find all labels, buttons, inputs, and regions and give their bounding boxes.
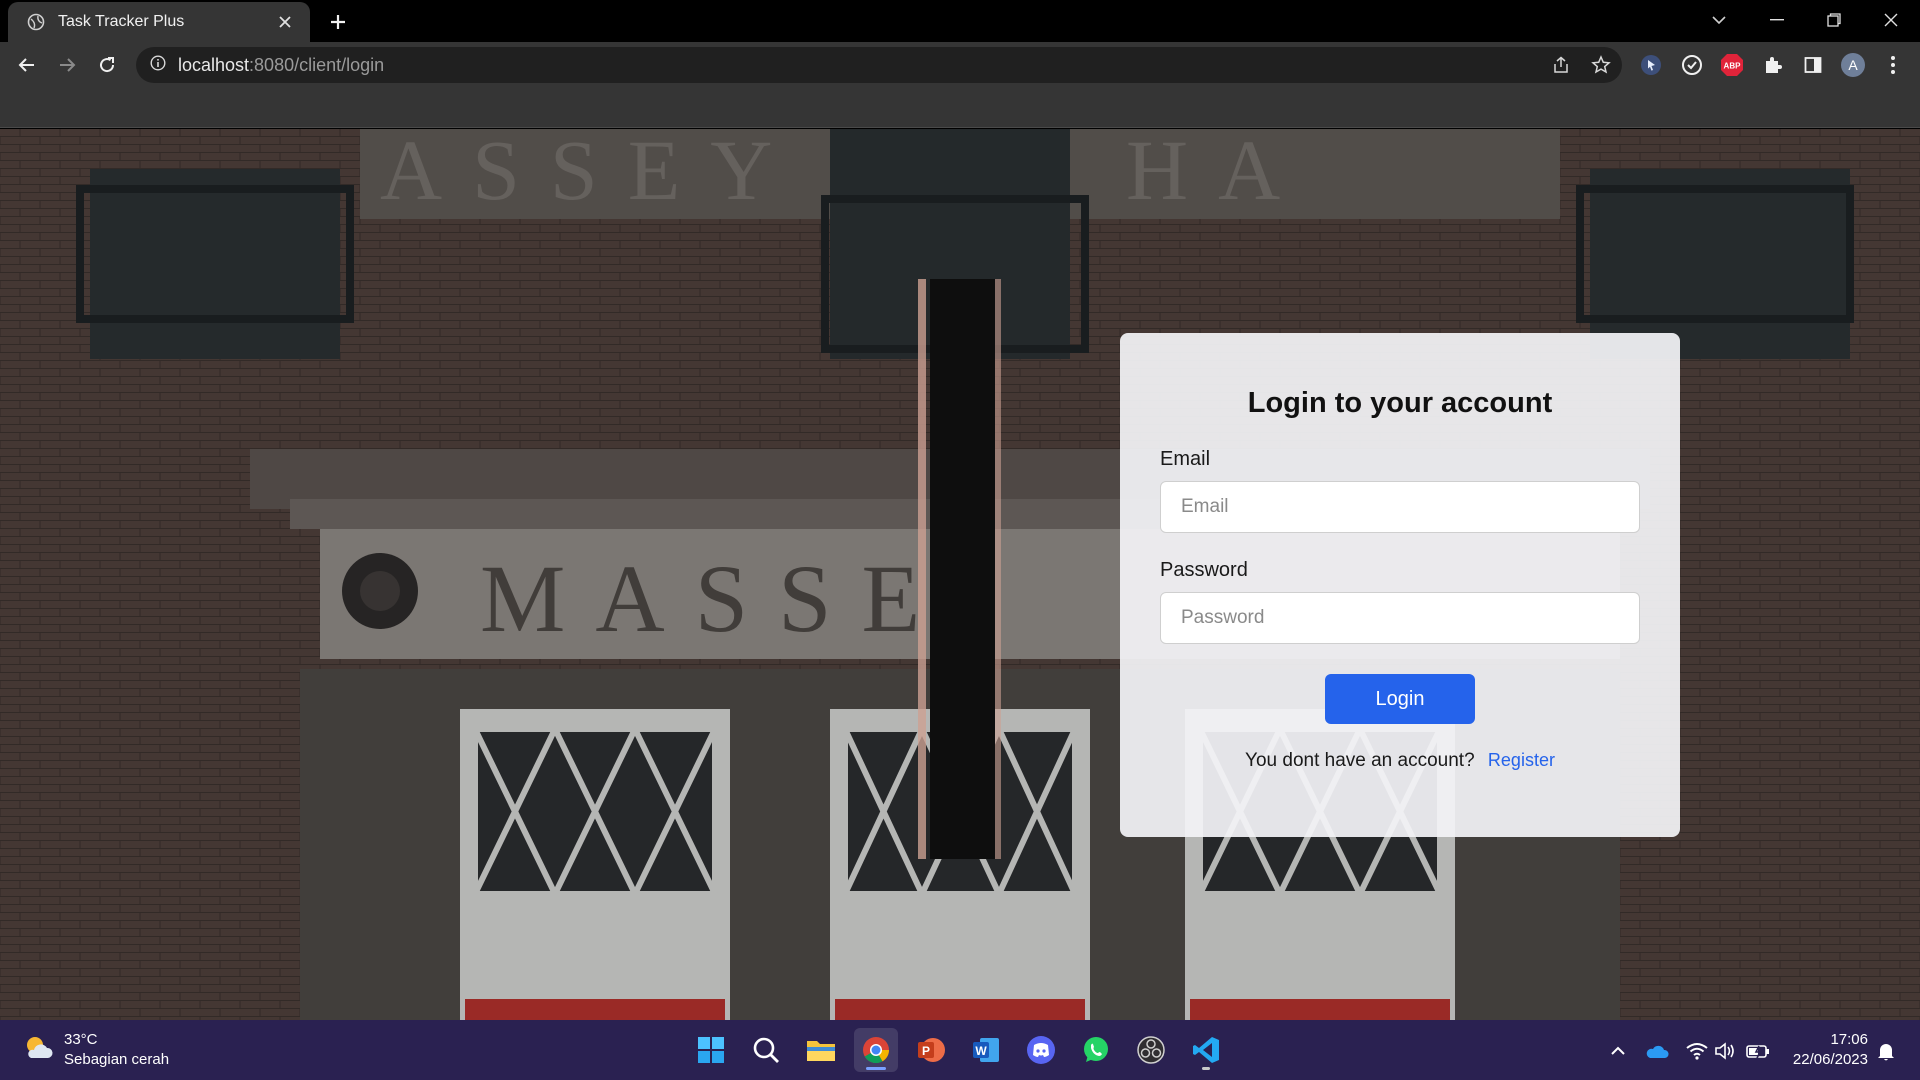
show-hidden-icons-chevron-icon[interactable] [1605, 1038, 1631, 1064]
url-path: :8080/client/login [249, 54, 385, 75]
volume-icon[interactable] [1712, 1038, 1738, 1064]
new-tab-icon[interactable] [324, 8, 352, 36]
minimize-icon[interactable] [1748, 0, 1806, 40]
discord-icon[interactable] [1019, 1028, 1063, 1072]
tab-strip: Task Tracker Plus [0, 0, 1920, 42]
file-explorer-icon[interactable] [799, 1028, 843, 1072]
reload-icon[interactable] [92, 50, 122, 80]
side-panel-icon[interactable] [1798, 50, 1828, 80]
clock-date: 22/06/2023 [1792, 1051, 1868, 1068]
register-link[interactable]: Register [1488, 750, 1555, 770]
windows-start-icon[interactable] [689, 1028, 733, 1072]
search-icon[interactable] [744, 1028, 788, 1072]
back-arrow-icon[interactable] [12, 50, 42, 80]
password-field[interactable] [1160, 592, 1640, 644]
adblock-plus-icon[interactable]: ABP [1717, 50, 1747, 80]
tab-close-icon[interactable] [274, 11, 296, 33]
powerpoint-icon[interactable]: P [909, 1028, 953, 1072]
globe-icon [26, 12, 46, 32]
vscode-icon[interactable] [1184, 1028, 1228, 1072]
tab-title: Task Tracker Plus [58, 13, 185, 30]
running-app-indicator [1202, 1067, 1210, 1070]
email-field[interactable] [1160, 481, 1640, 533]
onedrive-icon[interactable] [1644, 1038, 1670, 1064]
svg-text:W: W [975, 1044, 987, 1058]
grammar-extension-icon[interactable] [1677, 50, 1707, 80]
puzzle-icon[interactable] [1758, 50, 1788, 80]
profile-initial: A [1848, 57, 1858, 73]
forward-arrow-icon[interactable] [52, 50, 82, 80]
notification-bell-icon[interactable] [1873, 1038, 1899, 1064]
abp-label: ABP [1724, 62, 1742, 71]
login-title: Login to your account [1247, 387, 1553, 419]
whatsapp-icon[interactable] [1074, 1028, 1118, 1072]
system-clock[interactable]: 17:06 22/06/2023 [1780, 1030, 1868, 1070]
password-label: Password [1160, 559, 1248, 581]
site-info-icon[interactable] [150, 54, 166, 76]
login-page: ASSEY SIC HA MASSE [0, 129, 1920, 1020]
bookmark-bar [0, 88, 1920, 128]
screen: Task Tracker Plus localhost:8080/client/… [0, 0, 1920, 1080]
obs-icon[interactable] [1129, 1028, 1173, 1072]
clock-time: 17:06 [1830, 1031, 1868, 1048]
partly-sunny-icon [22, 1032, 54, 1069]
browser-toolbar: localhost:8080/client/login ABP A [0, 42, 1920, 88]
browser-tab[interactable]: Task Tracker Plus [8, 2, 310, 42]
battery-charging-icon[interactable] [1745, 1038, 1771, 1064]
register-prompt: You dont have an account? [1245, 750, 1475, 771]
weather-temp: 33°C [64, 1031, 98, 1048]
login-button[interactable]: Login [1325, 674, 1475, 724]
svg-text:P: P [922, 1044, 930, 1058]
cursor-extension-icon[interactable] [1636, 50, 1666, 80]
active-app-indicator [866, 1067, 886, 1070]
url-host: localhost [178, 54, 250, 75]
restore-icon[interactable] [1805, 0, 1863, 40]
weather-widget[interactable]: 33°C Sebagian cerah [22, 1030, 169, 1070]
register-prompt-row: You dont have an account? Register [1160, 750, 1640, 772]
word-icon[interactable]: W [964, 1028, 1008, 1072]
wifi-icon[interactable] [1684, 1038, 1710, 1064]
login-card: Login to your account Email Password Log… [1120, 333, 1680, 837]
address-bar[interactable]: localhost:8080/client/login [136, 47, 1622, 83]
kebab-menu-icon[interactable] [1878, 50, 1908, 80]
email-label: Email [1160, 448, 1211, 470]
window-close-icon[interactable] [1862, 0, 1920, 40]
tab-search-chevron-icon[interactable] [1690, 0, 1748, 40]
profile-avatar[interactable]: A [1838, 50, 1868, 80]
share-icon[interactable] [1546, 50, 1576, 80]
bookmark-star-icon[interactable] [1586, 50, 1616, 80]
windows-taskbar: 33°C Sebagian cerah P W 17:06 22/06/2023 [0, 1020, 1920, 1080]
chrome-icon[interactable] [854, 1028, 898, 1072]
url-text: localhost:8080/client/login [178, 55, 384, 76]
weather-desc: Sebagian cerah [64, 1051, 170, 1068]
